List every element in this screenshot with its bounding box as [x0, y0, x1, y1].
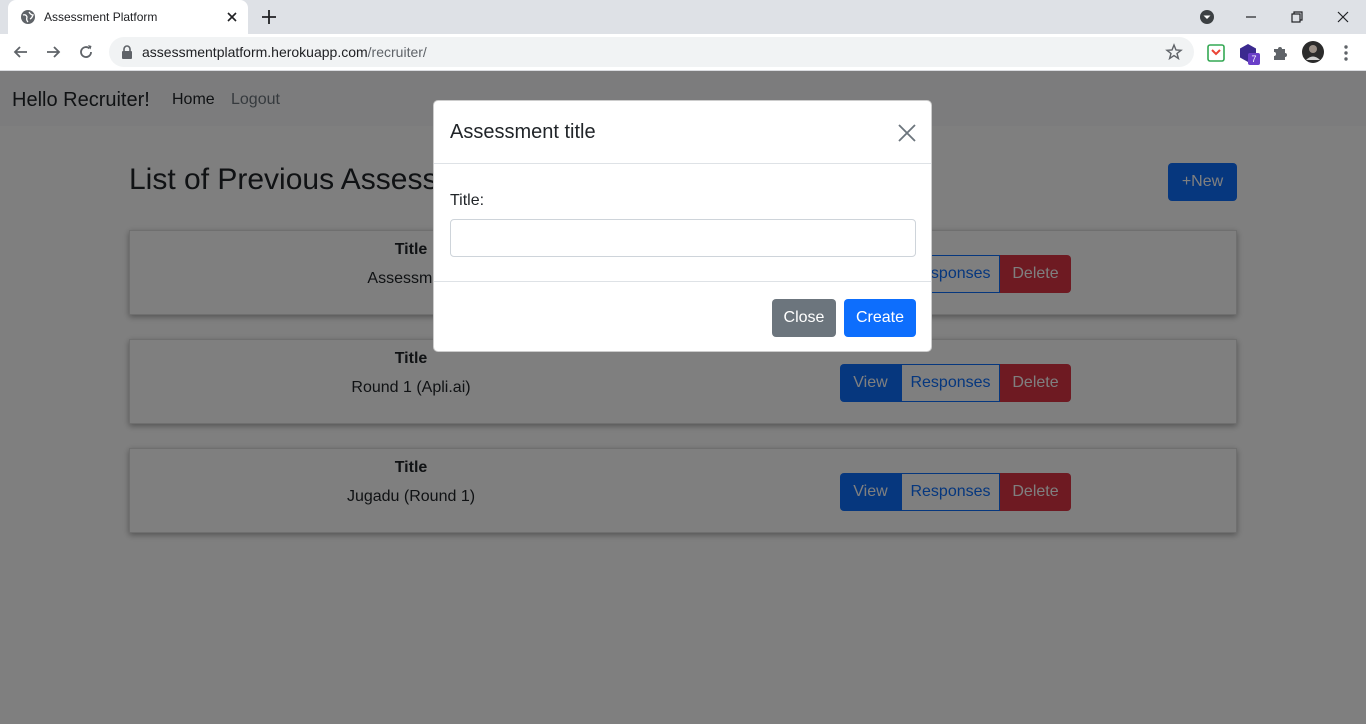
- extension-badge-item[interactable]: 7: [1237, 42, 1260, 65]
- restore-icon[interactable]: [1285, 5, 1309, 29]
- reload-icon[interactable]: [76, 42, 96, 62]
- title-input[interactable]: [450, 219, 916, 257]
- close-icon[interactable]: [896, 122, 918, 144]
- pocket-extension-icon[interactable]: [1205, 42, 1227, 64]
- forward-icon[interactable]: [43, 42, 63, 62]
- back-icon[interactable]: [11, 42, 31, 62]
- tab-title: Assessment Platform: [44, 10, 158, 24]
- assessment-title-modal: Assessment title Title: Close Create: [433, 100, 932, 352]
- minimize-icon[interactable]: [1239, 5, 1263, 29]
- url-text: assessmentplatform.herokuapp.com/recruit…: [142, 44, 427, 60]
- modal-footer-divider: [434, 281, 931, 282]
- extension-badge: 7: [1248, 53, 1260, 65]
- modal-title: Assessment title: [450, 121, 596, 143]
- globe-icon: [21, 10, 35, 24]
- browser-tab[interactable]: Assessment Platform: [8, 0, 248, 34]
- tab-search-icon[interactable]: [1195, 5, 1219, 29]
- close-button[interactable]: Close: [772, 299, 836, 337]
- address-bar[interactable]: assessmentplatform.herokuapp.com/recruit…: [109, 37, 1194, 67]
- url-path: /recruiter/: [367, 44, 427, 60]
- browser-menu-icon[interactable]: [1335, 42, 1357, 64]
- browser-toolbar: assessmentplatform.herokuapp.com/recruit…: [0, 34, 1366, 71]
- browser-tabstrip: Assessment Platform: [0, 0, 1366, 34]
- close-tab-icon[interactable]: [224, 9, 240, 25]
- title-field-label: Title:: [450, 192, 485, 209]
- lock-icon: [122, 45, 132, 59]
- create-button[interactable]: Create: [844, 299, 916, 337]
- profile-avatar-icon[interactable]: [1301, 40, 1325, 64]
- bookmark-star-icon[interactable]: [1165, 43, 1183, 61]
- modal-header-divider: [434, 163, 931, 164]
- extensions-puzzle-icon[interactable]: [1269, 42, 1291, 64]
- url-host: assessmentplatform.herokuapp.com: [142, 44, 368, 60]
- new-tab-icon[interactable]: [259, 7, 279, 27]
- close-window-icon[interactable]: [1331, 5, 1355, 29]
